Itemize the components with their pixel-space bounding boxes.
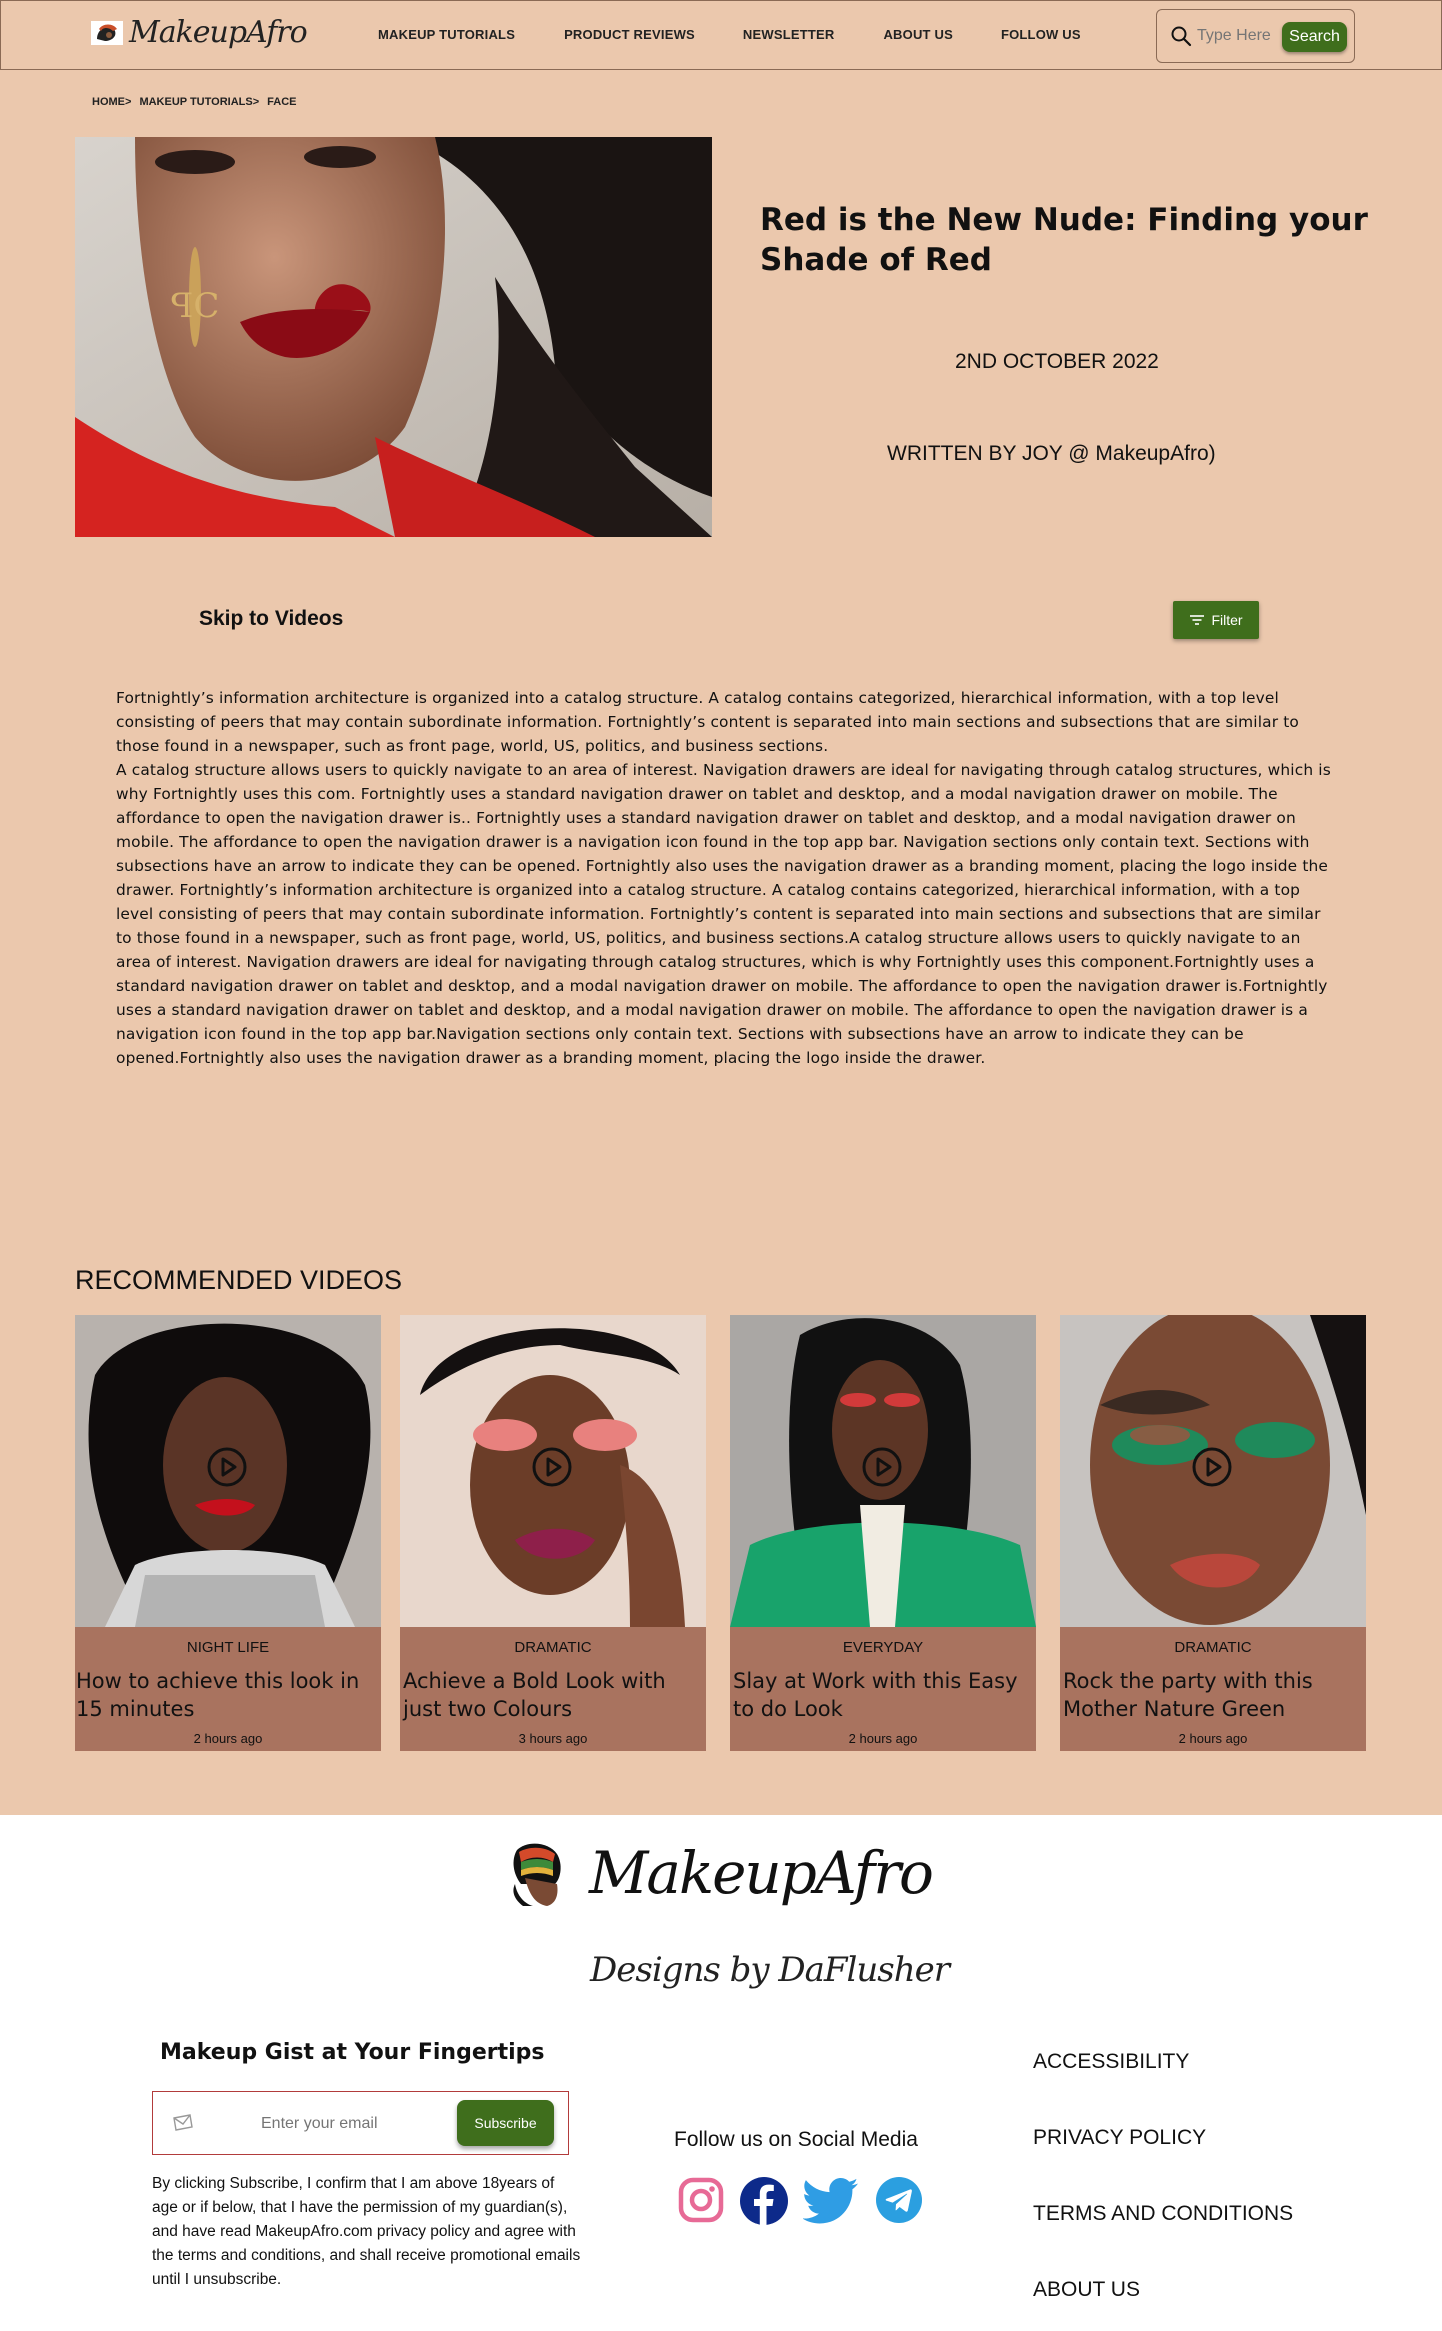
nav-product-reviews[interactable]: PRODUCT REVIEWS: [564, 27, 695, 42]
footer-link-terms[interactable]: TERMS AND CONDITIONS: [1033, 2202, 1293, 2226]
video-time: 3 hours ago: [518, 1731, 588, 1746]
follow-heading: Follow us on Social Media: [674, 2128, 918, 2151]
video-card[interactable]: DRAMATIC Rock the party with this Mother…: [1060, 1315, 1366, 1751]
video-category: EVERYDAY: [842, 1639, 924, 1656]
subscribe-consent-text: By clicking Subscribe, I confirm that I …: [152, 2175, 581, 2288]
mail-icon: [173, 2114, 193, 2131]
breadcrumb-home[interactable]: HOME>: [92, 96, 131, 108]
email-input[interactable]: [261, 2110, 431, 2138]
svg-text:ꟼC: ꟼC: [171, 286, 220, 326]
video-thumbnail[interactable]: [400, 1315, 706, 1627]
telegram-icon[interactable]: [875, 2176, 923, 2224]
article-author: WRITTEN BY JOY @ MakeupAfro): [887, 442, 1216, 465]
breadcrumb-face: FACE: [267, 96, 297, 108]
video-card[interactable]: DRAMATIC Achieve a Bold Look with just t…: [400, 1315, 706, 1751]
video-category: DRAMATIC: [514, 1639, 592, 1656]
video-time: 2 hours ago: [193, 1731, 263, 1746]
article-title: Red is the New Nude: Finding your Shade …: [760, 202, 1368, 278]
breadcrumb-makeup-tutorials[interactable]: MAKEUP TUTORIALS>: [139, 96, 259, 108]
logo-mark-icon: [91, 20, 123, 45]
video-title[interactable]: How to achieve this look in 15 minutes: [76, 1667, 378, 1723]
video-category: NIGHT LIFE: [186, 1639, 270, 1656]
video-card-info: NIGHT LIFE How to achieve this look in 1…: [75, 1627, 381, 1751]
footer-link-accessibility[interactable]: ACCESSIBILITY: [1033, 2050, 1189, 2074]
footer-link-about-us[interactable]: ABOUT US: [1033, 2278, 1140, 2302]
footer-link-privacy-policy[interactable]: PRIVACY POLICY: [1033, 2126, 1206, 2150]
video-title[interactable]: Achieve a Bold Look with just two Colour…: [403, 1667, 705, 1723]
search-box: Search: [1156, 9, 1355, 63]
facebook-icon[interactable]: [739, 2176, 789, 2226]
video-thumbnail[interactable]: [730, 1315, 1036, 1627]
search-button[interactable]: Search: [1282, 22, 1347, 52]
site-header: MakeupAfro MAKEUP TUTORIALS PRODUCT REVI…: [0, 0, 1442, 70]
instagram-icon[interactable]: [677, 2176, 725, 2224]
video-card-info: DRAMATIC Rock the party with this Mother…: [1060, 1627, 1366, 1751]
nav-about-us[interactable]: ABOUT US: [883, 27, 953, 42]
filter-button[interactable]: Filter: [1173, 601, 1259, 639]
video-card[interactable]: NIGHT LIFE How to achieve this look in 1…: [75, 1315, 381, 1751]
video-title[interactable]: Rock the party with this Mother Nature G…: [1063, 1667, 1365, 1723]
video-card-info: EVERYDAY Slay at Work with this Easy to …: [730, 1627, 1036, 1751]
breadcrumb: HOME> MAKEUP TUTORIALS> FACE: [92, 96, 296, 108]
filter-button-label: Filter: [1211, 612, 1243, 628]
play-icon[interactable]: [861, 1446, 903, 1488]
footer-tagline: Designs by DaFlusher: [590, 1950, 950, 1990]
newsletter-heading: Makeup Gist at Your Fingertips: [160, 2040, 545, 2065]
footer-logo-text: MakeupAfro: [589, 1839, 934, 1907]
nav-follow-us[interactable]: FOLLOW US: [1001, 27, 1081, 42]
footer-logo[interactable]: MakeupAfro: [503, 1838, 934, 1908]
video-title[interactable]: Slay at Work with this Easy to do Look: [733, 1667, 1035, 1723]
recommended-heading: RECOMMENDED VIDEOS: [75, 1265, 403, 1295]
article-date: 2ND OCTOBER 2022: [955, 350, 1159, 373]
page: { "header": { "logo_text": "MakeupAfro",…: [0, 0, 1442, 2331]
footer-logo-mark-icon: [513, 1843, 561, 1906]
subscribe-button[interactable]: Subscribe: [457, 2100, 554, 2146]
filter-icon: [1190, 615, 1205, 625]
video-time: 2 hours ago: [1178, 1731, 1248, 1746]
nav-newsletter[interactable]: NEWSLETTER: [743, 27, 835, 42]
newsletter-form: Subscribe: [152, 2091, 569, 2155]
play-icon[interactable]: [531, 1446, 573, 1488]
article-body: Fortnightly’s information architecture i…: [116, 689, 1331, 1067]
video-card[interactable]: EVERYDAY Slay at Work with this Easy to …: [730, 1315, 1036, 1751]
search-input[interactable]: [1197, 24, 1287, 48]
twitter-icon[interactable]: [803, 2178, 859, 2224]
video-card-info: DRAMATIC Achieve a Bold Look with just t…: [400, 1627, 706, 1751]
site-logo[interactable]: MakeupAfro: [91, 15, 308, 50]
main-nav: MAKEUP TUTORIALS PRODUCT REVIEWS NEWSLET…: [378, 27, 1081, 42]
video-thumbnail[interactable]: [1060, 1315, 1366, 1627]
video-category: DRAMATIC: [1174, 1639, 1252, 1656]
video-thumbnail[interactable]: [75, 1315, 381, 1627]
article-hero-image: ꟼC: [75, 137, 712, 537]
skip-to-videos-link[interactable]: Skip to Videos: [199, 607, 343, 631]
search-icon: [1171, 26, 1192, 47]
play-icon[interactable]: [206, 1446, 248, 1488]
play-icon[interactable]: [1191, 1446, 1233, 1488]
nav-makeup-tutorials[interactable]: MAKEUP TUTORIALS: [378, 27, 515, 42]
logo-text: MakeupAfro: [129, 15, 308, 50]
hero-portrait: ꟼC: [75, 137, 712, 537]
video-time: 2 hours ago: [848, 1731, 918, 1746]
